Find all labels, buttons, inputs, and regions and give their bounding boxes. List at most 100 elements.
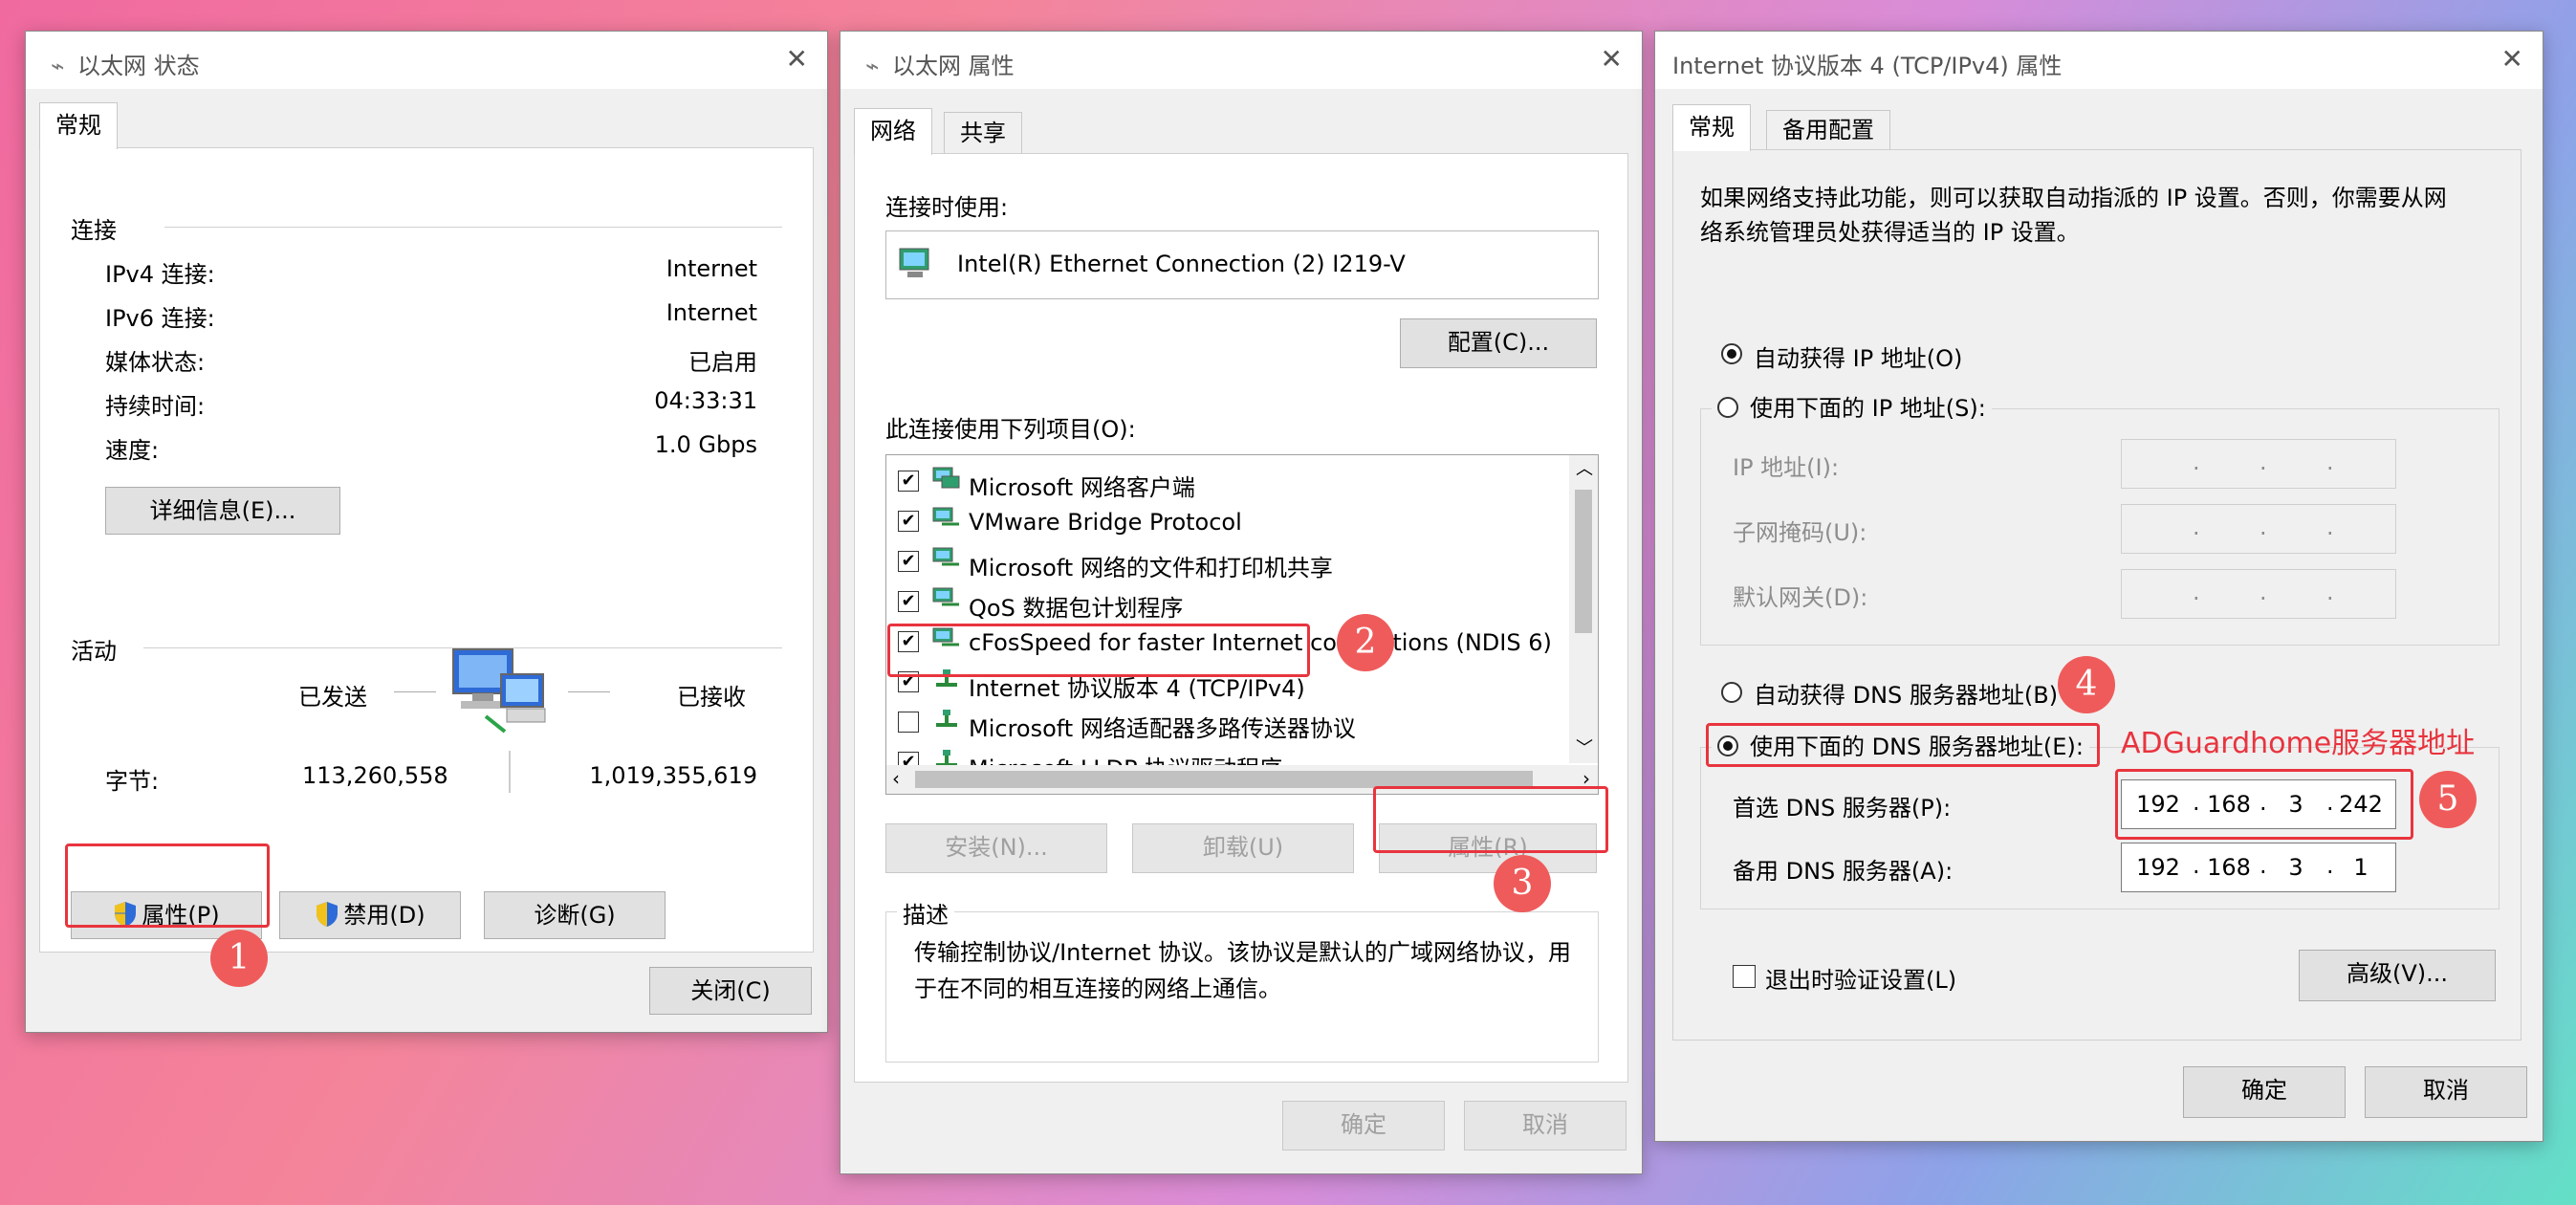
bytes-sent-value: 113,260,558 xyxy=(302,762,448,789)
vertical-scrollbar[interactable]: ︿ ﹀ xyxy=(1569,455,1598,763)
network-icon: ⌁ xyxy=(51,53,65,79)
connect-using-label: 连接时使用: xyxy=(885,194,1009,221)
subnet-label: 子网掩码(U): xyxy=(1733,519,1867,546)
title-text: 以太网 状态 xyxy=(77,53,200,79)
octet: 192 xyxy=(2136,854,2180,881)
item-checkbox[interactable]: ✔ xyxy=(898,551,919,572)
tab-alternate-config[interactable]: 备用配置 xyxy=(1766,110,1890,149)
gateway-field[interactable]: ... xyxy=(2121,569,2396,619)
bytes-label: 字节: xyxy=(105,768,160,795)
details-button[interactable]: 详细信息(E)... xyxy=(105,487,340,535)
configure-button[interactable]: 配置(C)... xyxy=(1400,318,1597,368)
dot: . xyxy=(2326,514,2334,540)
diagnose-button[interactable]: 诊断(G) xyxy=(484,891,666,939)
ipv6-value: Internet xyxy=(666,299,757,326)
close-icon[interactable]: ✕ xyxy=(2501,43,2523,75)
scroll-down-icon[interactable]: ﹀ xyxy=(1576,734,1593,759)
item-label: Microsoft 网络适配器多路传送器协议 xyxy=(969,715,1356,742)
dot: . xyxy=(2259,852,2267,879)
auto-dns-label: 自动获得 DNS 服务器地址(B) xyxy=(1754,682,2059,709)
ipv4-properties-window: Internet 协议版本 4 (TCP/IPv4) 属性 ✕ 常规 备用配置 … xyxy=(1654,31,2543,1142)
dot: . xyxy=(2193,449,2200,475)
ipv4-value: Internet xyxy=(666,255,757,282)
media-state-value: 已启用 xyxy=(688,349,757,376)
highlight-item-properties-button xyxy=(1373,786,1608,853)
tab-network[interactable]: 网络 xyxy=(854,108,932,155)
tab-general[interactable]: 常规 xyxy=(1672,104,1751,151)
tab-general[interactable]: 常规 xyxy=(39,102,118,149)
items-label: 此连接使用下列项目(O): xyxy=(885,416,1136,443)
ip-address-label: IP 地址(I): xyxy=(1733,454,1840,481)
validate-checkbox[interactable] xyxy=(1733,965,1756,988)
item-checkbox[interactable] xyxy=(898,712,919,733)
ip-address-field[interactable]: ... xyxy=(2121,439,2396,489)
list-item[interactable]: Microsoft 网络适配器多路传送器协议 xyxy=(886,706,1556,744)
adguard-annotation: ADGuardhome服务器地址 xyxy=(2121,727,2476,760)
manual-ip-radio[interactable] xyxy=(1717,397,1738,418)
scroll-thumb[interactable] xyxy=(1575,490,1592,633)
duration-value: 04:33:31 xyxy=(654,387,757,414)
uninstall-button[interactable]: 卸载(U) xyxy=(1132,823,1354,873)
properties-window: ⌁ 以太网 属性 ✕ 网络 共享 连接时使用: Intel(R) Ethernet… xyxy=(840,31,1643,1174)
adapter-icon xyxy=(899,248,929,277)
network-icon: ⌁ xyxy=(865,53,880,79)
highlight-ipv4-item xyxy=(887,624,1310,677)
received-label: 已接收 xyxy=(677,684,746,711)
close-icon[interactable]: ✕ xyxy=(1601,43,1623,75)
alternate-dns-field[interactable]: 192 . 168 . 3 . 1 xyxy=(2121,843,2396,892)
item-label: VMware Bridge Protocol xyxy=(969,509,1242,536)
auto-ip-radio[interactable] xyxy=(1721,343,1742,364)
scroll-left-icon[interactable]: ‹ xyxy=(892,767,900,790)
auto-dns-radio[interactable] xyxy=(1721,682,1742,703)
ok-button[interactable]: 确定 xyxy=(1282,1101,1445,1150)
cancel-button[interactable]: 取消 xyxy=(2365,1066,2527,1118)
title-text: 以太网 属性 xyxy=(892,53,1015,79)
window-title: ⌁ 以太网 状态 xyxy=(51,47,200,80)
received-line xyxy=(568,691,610,692)
install-button[interactable]: 安装(N)... xyxy=(885,823,1107,873)
window-title: Internet 协议版本 4 (TCP/IPv4) 属性 xyxy=(1672,53,2063,79)
validate-label: 退出时验证设置(L) xyxy=(1765,967,1957,994)
list-item[interactable]: ✔ VMware Bridge Protocol xyxy=(886,505,1556,543)
step-badge-5: 5 xyxy=(2419,771,2477,828)
list-item[interactable]: ✔ Microsoft 网络的文件和打印机共享 xyxy=(886,545,1556,583)
speed-label: 速度: xyxy=(105,437,160,464)
close-icon[interactable]: ✕ xyxy=(786,43,808,75)
close-button[interactable]: 关闭(C) xyxy=(649,967,812,1015)
item-checkbox[interactable]: ✔ xyxy=(898,591,919,612)
tab-sharing[interactable]: 共享 xyxy=(944,112,1022,153)
disable-button[interactable]: 禁用(D) xyxy=(279,891,461,939)
highlight-manual-dns xyxy=(1706,723,2100,767)
ok-button[interactable]: 确定 xyxy=(2183,1066,2346,1118)
gateway-label: 默认网关(D): xyxy=(1733,584,1868,611)
list-item[interactable]: ✔ Microsoft 网络客户端 xyxy=(886,465,1556,503)
subnet-field[interactable]: ... xyxy=(2121,504,2396,554)
alternate-dns-label: 备用 DNS 服务器(A): xyxy=(1733,858,1954,885)
list-item[interactable]: ✔ QoS 数据包计划程序 xyxy=(886,585,1556,624)
highlight-properties-button xyxy=(65,844,270,928)
dot: . xyxy=(2193,514,2200,540)
step-badge-3: 3 xyxy=(1494,855,1551,912)
dot: . xyxy=(2259,449,2267,475)
dot: . xyxy=(2193,579,2200,605)
network-computers-icon xyxy=(452,648,546,734)
disable-label: 禁用(D) xyxy=(343,902,426,929)
uac-shield-icon xyxy=(315,897,339,927)
advanced-button[interactable]: 高级(V)... xyxy=(2299,950,2496,1001)
dot: . xyxy=(2259,514,2267,540)
dot: . xyxy=(2259,579,2267,605)
cancel-button[interactable]: 取消 xyxy=(1464,1101,1626,1150)
step-badge-4: 4 xyxy=(2058,656,2115,713)
network-service-icon xyxy=(932,507,959,526)
step-badge-2: 2 xyxy=(1337,614,1394,671)
item-checkbox[interactable]: ✔ xyxy=(898,471,919,492)
item-checkbox[interactable]: ✔ xyxy=(898,511,919,532)
dot: . xyxy=(2326,449,2334,475)
network-service-icon xyxy=(932,587,959,606)
title-bar: ⌁ 以太网 状态 ✕ xyxy=(26,32,827,89)
title-bar: Internet 协议版本 4 (TCP/IPv4) 属性 ✕ xyxy=(1655,32,2543,89)
general-pane: 连接 IPv4 连接: Internet IPv6 连接: Internet 媒… xyxy=(39,147,814,953)
network-client-icon xyxy=(932,467,960,489)
item-label: Microsoft 网络的文件和打印机共享 xyxy=(969,555,1333,581)
scroll-up-icon[interactable]: ︿ xyxy=(1576,455,1593,480)
